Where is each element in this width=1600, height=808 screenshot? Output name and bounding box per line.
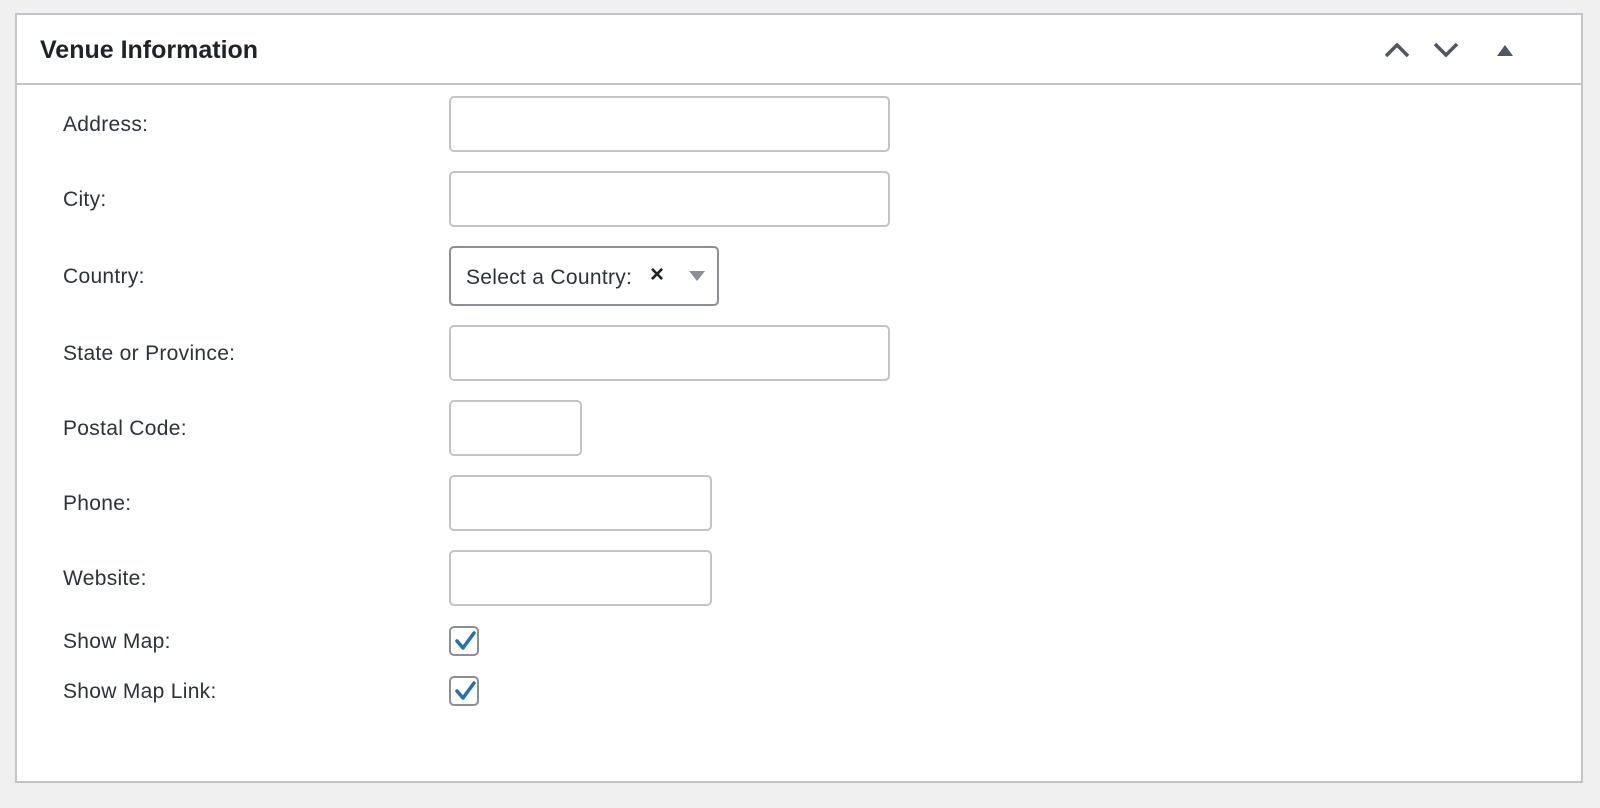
show-map-link-label: Show Map Link: <box>63 680 217 703</box>
address-label: Address: <box>63 113 149 136</box>
postal-code-label: Postal Code: <box>63 417 187 440</box>
city-input[interactable] <box>449 171 890 227</box>
address-input[interactable] <box>449 96 890 152</box>
website-label: Website: <box>63 567 147 590</box>
postal-code-input[interactable] <box>449 400 582 456</box>
show-map-label: Show Map: <box>63 630 171 653</box>
dropdown-arrow-icon[interactable] <box>689 271 705 281</box>
phone-label: Phone: <box>63 492 132 515</box>
state-label: State or Province: <box>63 342 236 365</box>
website-input[interactable] <box>449 550 712 606</box>
clear-icon[interactable]: × <box>650 260 664 290</box>
triangle-up-icon <box>1497 45 1513 56</box>
panel-title: Venue Information <box>40 36 259 64</box>
panel-header: Venue Information <box>17 15 1581 85</box>
country-select-value: Select a Country: <box>466 266 633 289</box>
move-down-button[interactable] <box>1426 33 1466 67</box>
country-label: Country: <box>63 265 145 288</box>
show-map-checkbox[interactable] <box>449 626 479 656</box>
checkmark-icon <box>455 681 476 700</box>
country-select[interactable]: Select a Country: × <box>449 246 719 306</box>
show-map-link-checkbox[interactable] <box>449 676 479 706</box>
state-input[interactable] <box>449 325 890 381</box>
toggle-panel-button[interactable] <box>1485 33 1525 67</box>
chevron-up-icon <box>1384 42 1410 58</box>
city-label: City: <box>63 188 107 211</box>
chevron-down-icon <box>1433 42 1459 58</box>
phone-input[interactable] <box>449 475 712 531</box>
venue-information-panel: Venue Information Address: City: Country… <box>15 13 1583 783</box>
checkmark-icon <box>455 631 476 650</box>
move-up-button[interactable] <box>1377 33 1417 67</box>
